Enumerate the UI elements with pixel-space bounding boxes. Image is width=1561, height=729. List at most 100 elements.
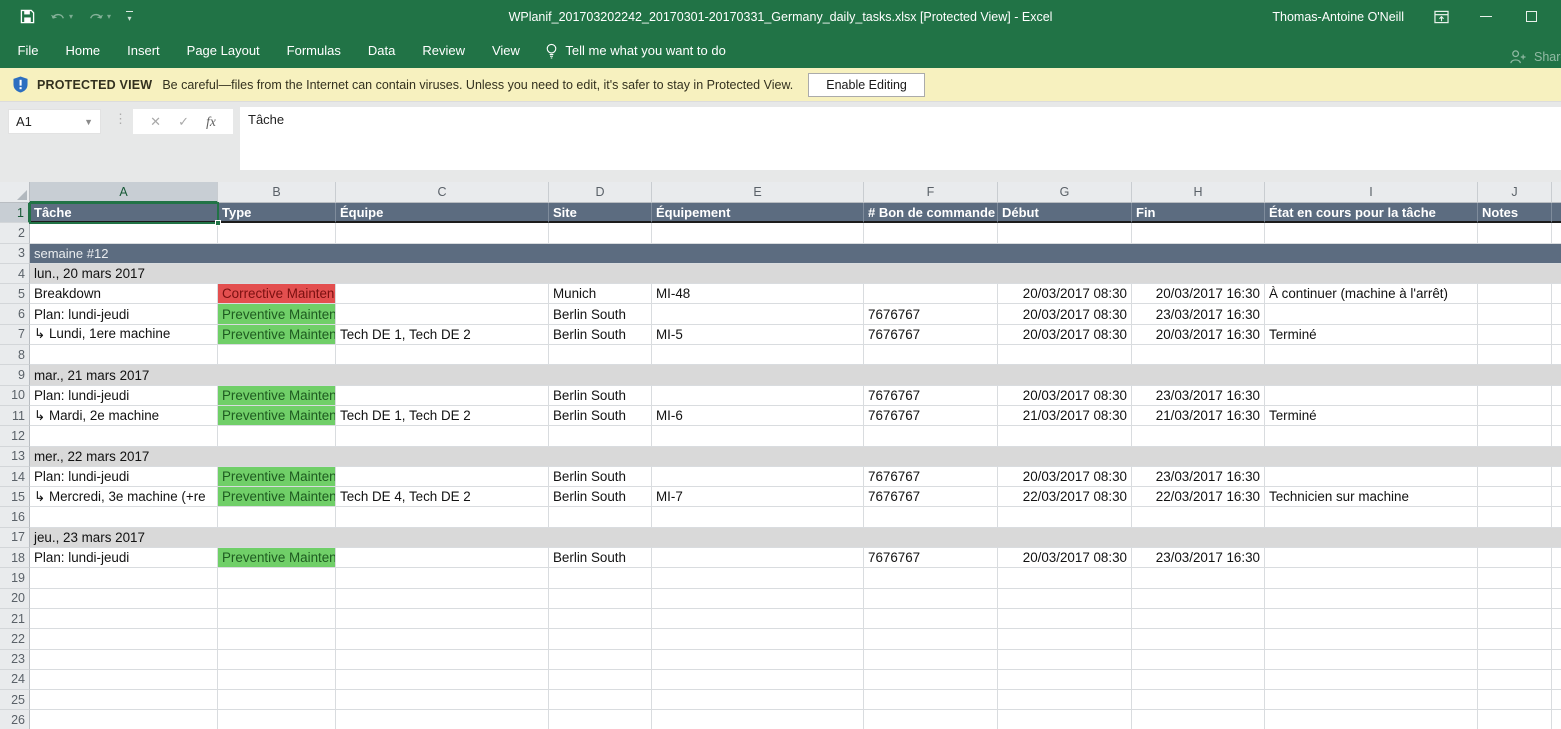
cell-H20[interactable] — [1132, 589, 1265, 609]
cell-E8[interactable] — [652, 345, 864, 365]
row-header-19[interactable]: 19 — [0, 568, 30, 588]
cell-D24[interactable] — [549, 670, 652, 690]
cell-A10[interactable]: Plan: lundi-jeudi — [30, 386, 218, 406]
cell-D22[interactable] — [549, 629, 652, 649]
cell-J21[interactable] — [1478, 609, 1552, 629]
cell-G18[interactable]: 20/03/2017 08:30 — [998, 548, 1132, 568]
cell-G6[interactable]: 20/03/2017 08:30 — [998, 304, 1132, 324]
cell-G21[interactable] — [998, 609, 1132, 629]
cell-E16[interactable] — [652, 507, 864, 527]
redo-button[interactable]: ▾ — [88, 10, 111, 23]
cell-A16[interactable] — [30, 507, 218, 527]
cell-G7[interactable]: 20/03/2017 08:30 — [998, 325, 1132, 345]
maximize-button[interactable] — [1523, 9, 1539, 25]
cell-C5[interactable] — [336, 284, 549, 304]
cell-B5[interactable]: Corrective Maintenance — [218, 284, 336, 304]
row-header-7[interactable]: 7 — [0, 325, 30, 345]
column-header-H[interactable]: H — [1132, 182, 1265, 203]
cell-J10[interactable] — [1478, 386, 1552, 406]
cell-H12[interactable] — [1132, 426, 1265, 446]
cell-C24[interactable] — [336, 670, 549, 690]
cell-A25[interactable] — [30, 690, 218, 710]
cell-J25[interactable] — [1478, 690, 1552, 710]
cell-B12[interactable] — [218, 426, 336, 446]
tab-formulas[interactable]: Formulas — [273, 33, 354, 68]
cell-H1[interactable]: Fin — [1132, 203, 1265, 223]
cell-F24[interactable] — [864, 670, 998, 690]
column-header-E[interactable]: E — [652, 182, 864, 203]
save-icon[interactable] — [20, 9, 35, 24]
cell-F11[interactable]: 7676767 — [864, 406, 998, 426]
cell-B26[interactable] — [218, 710, 336, 729]
column-header-A[interactable]: A — [30, 182, 218, 203]
row-header-5[interactable]: 5 — [0, 284, 30, 304]
cell-D25[interactable] — [549, 690, 652, 710]
cell-B7[interactable]: Preventive Maintenance — [218, 325, 336, 345]
cell-F22[interactable] — [864, 629, 998, 649]
cell-I6[interactable] — [1265, 304, 1478, 324]
cell-E18[interactable] — [652, 548, 864, 568]
row-header-2[interactable]: 2 — [0, 223, 30, 243]
tab-view[interactable]: View — [478, 33, 533, 68]
cell-B11[interactable]: Preventive Maintenance — [218, 406, 336, 426]
cell-D1[interactable]: Site — [549, 203, 652, 223]
cell-F10[interactable]: 7676767 — [864, 386, 998, 406]
cell-G11[interactable]: 21/03/2017 08:30 — [998, 406, 1132, 426]
row-header-1[interactable]: 1 — [0, 203, 30, 223]
cell-K22[interactable] — [1552, 629, 1561, 649]
cell-H18[interactable]: 23/03/2017 16:30 — [1132, 548, 1265, 568]
row-header-17[interactable]: 17 — [0, 528, 30, 548]
cell-D10[interactable]: Berlin South — [549, 386, 652, 406]
cell-J5[interactable] — [1478, 284, 1552, 304]
row-header-6[interactable]: 6 — [0, 304, 30, 324]
cell-K6[interactable] — [1552, 304, 1561, 324]
cell-J7[interactable] — [1478, 325, 1552, 345]
cell-J6[interactable] — [1478, 304, 1552, 324]
cell-K21[interactable] — [1552, 609, 1561, 629]
cell-K15[interactable] — [1552, 487, 1561, 507]
cell-B23[interactable] — [218, 650, 336, 670]
row-header-10[interactable]: 10 — [0, 386, 30, 406]
row-header-12[interactable]: 12 — [0, 426, 30, 446]
cell-G20[interactable] — [998, 589, 1132, 609]
cell-K10[interactable] — [1552, 386, 1561, 406]
cell-I1[interactable]: État en cours pour la tâche — [1265, 203, 1478, 223]
cell-C25[interactable] — [336, 690, 549, 710]
cell-E21[interactable] — [652, 609, 864, 629]
row-header-13[interactable]: 13 — [0, 447, 30, 467]
cell-E5[interactable]: MI-48 — [652, 284, 864, 304]
cell-J23[interactable] — [1478, 650, 1552, 670]
cell-B25[interactable] — [218, 690, 336, 710]
cell-D12[interactable] — [549, 426, 652, 446]
name-box-dropdown-icon[interactable]: ▼ — [84, 117, 100, 127]
cell-B20[interactable] — [218, 589, 336, 609]
cell-C22[interactable] — [336, 629, 549, 649]
row-header-14[interactable]: 14 — [0, 467, 30, 487]
cell-A14[interactable]: Plan: lundi-jeudi — [30, 467, 218, 487]
cell-K1[interactable] — [1552, 203, 1561, 223]
cell-D18[interactable]: Berlin South — [549, 548, 652, 568]
cell-J16[interactable] — [1478, 507, 1552, 527]
cell-F2[interactable] — [864, 223, 998, 243]
cell-I10[interactable] — [1265, 386, 1478, 406]
insert-function-icon[interactable]: fx — [206, 114, 216, 130]
cell-K19[interactable] — [1552, 568, 1561, 588]
cell-I16[interactable] — [1265, 507, 1478, 527]
tab-data[interactable]: Data — [354, 33, 408, 68]
cell-H10[interactable]: 23/03/2017 16:30 — [1132, 386, 1265, 406]
cell-C21[interactable] — [336, 609, 549, 629]
cell-A2[interactable] — [30, 223, 218, 243]
cell-G8[interactable] — [998, 345, 1132, 365]
cell-F14[interactable]: 7676767 — [864, 467, 998, 487]
cell-K5[interactable] — [1552, 284, 1561, 304]
cell-H6[interactable]: 23/03/2017 16:30 — [1132, 304, 1265, 324]
cell-A1[interactable]: Tâche — [30, 203, 218, 223]
cell-C1[interactable]: Équipe — [336, 203, 549, 223]
column-header-J[interactable]: J — [1478, 182, 1552, 203]
row-header-16[interactable]: 16 — [0, 507, 30, 527]
cell-J15[interactable] — [1478, 487, 1552, 507]
cell-K24[interactable] — [1552, 670, 1561, 690]
cell-F26[interactable] — [864, 710, 998, 729]
cancel-icon[interactable]: ✕ — [150, 114, 161, 130]
cell-E26[interactable] — [652, 710, 864, 729]
